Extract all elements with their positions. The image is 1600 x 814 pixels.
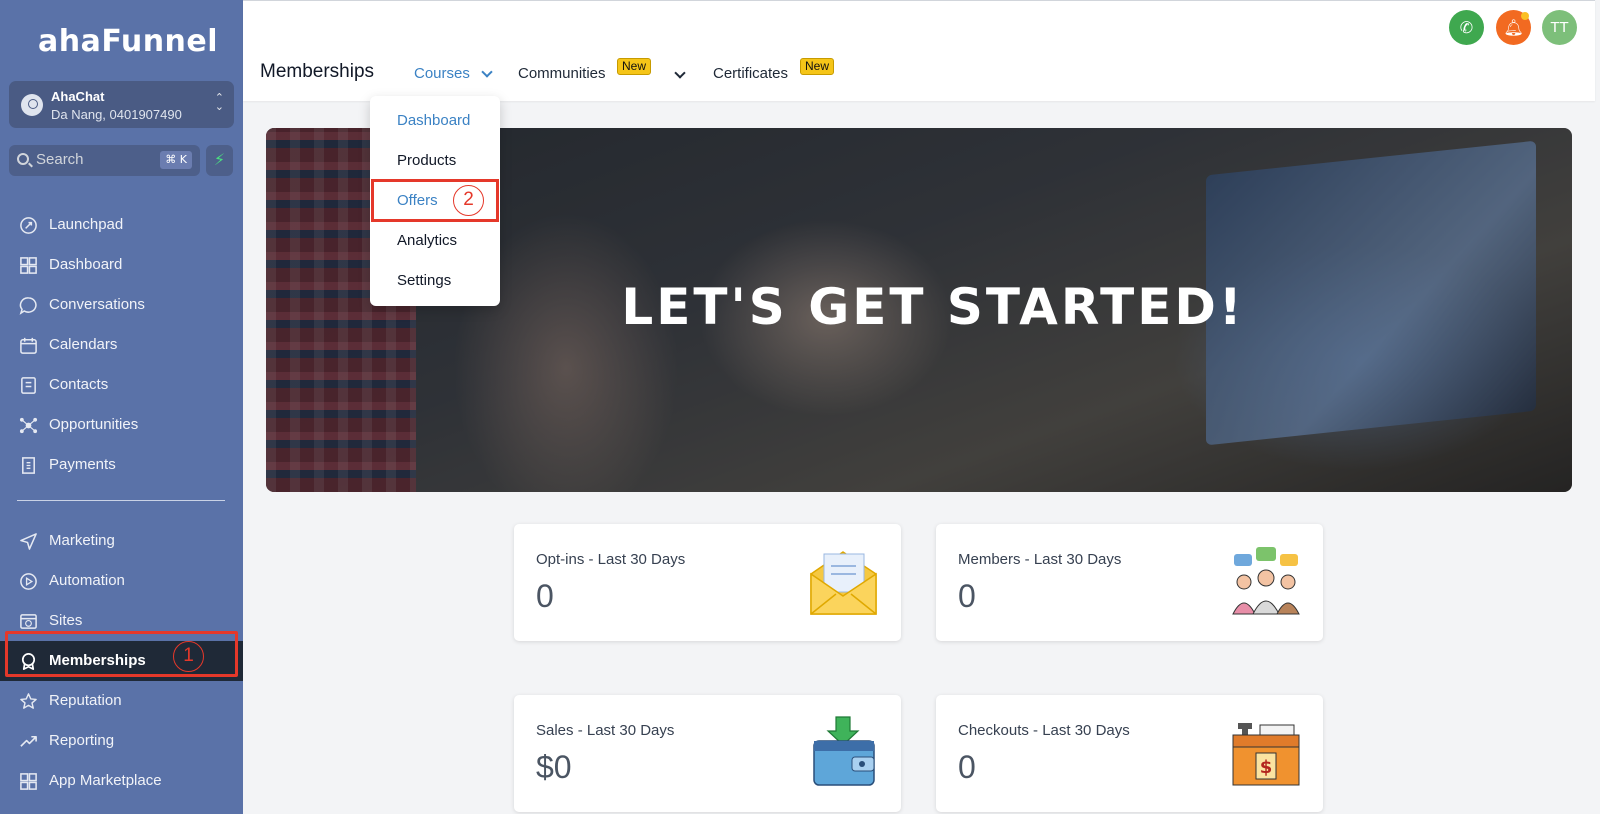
new-badge: New <box>617 58 652 75</box>
search-shortcut: ⌘ K <box>160 151 192 169</box>
sidebar-item-label: Opportunities <box>49 416 139 433</box>
stat-card-optins: Opt-ins - Last 30 Days 0 <box>514 524 901 641</box>
network-icon <box>19 417 38 434</box>
sidebar-item-label: Calendars <box>49 336 118 353</box>
top-bar: Memberships Courses Communities New Cert… <box>243 0 1595 101</box>
sidebar-item-automation[interactable]: Automation <box>0 561 243 601</box>
menu-item-products[interactable]: Products <box>397 152 456 169</box>
menu-item-dashboard[interactable]: Dashboard <box>397 112 470 129</box>
sidebar-item-label: Sites <box>49 612 83 629</box>
quick-actions-bolt-icon[interactable]: ⚡ <box>206 145 233 176</box>
sidebar-item-marketing[interactable]: Marketing <box>0 521 243 561</box>
stat-card-members: Members - Last 30 Days 0 <box>936 524 1323 641</box>
sidebar-item-reporting[interactable]: Reporting <box>0 721 243 761</box>
sidebar-item-conversations[interactable]: Conversations <box>0 285 243 325</box>
grid-icon <box>20 257 37 274</box>
annotation-step-1: 1 <box>173 641 204 672</box>
sidebar-item-contacts[interactable]: Contacts <box>0 365 243 405</box>
calendar-icon <box>20 337 37 354</box>
stat-value: 0 <box>958 578 976 614</box>
sidebar-divider <box>17 500 225 501</box>
sidebar-item-label: Conversations <box>49 296 145 313</box>
sidebar-item-label: Dashboard <box>49 256 123 273</box>
sidebar-item-calendars[interactable]: Calendars <box>0 325 243 365</box>
sidebar-item-label: Marketing <box>49 532 115 549</box>
wallet-icon <box>813 716 875 786</box>
account-switcher[interactable]: AhaChat Da Nang, 0401907490 ⌃ ⌄ <box>9 81 234 128</box>
tab-communities[interactable]: Communities <box>518 65 606 82</box>
play-circle-icon <box>20 573 37 590</box>
chevron-down-icon[interactable] <box>674 67 686 79</box>
avatar[interactable]: TT <box>1542 10 1577 45</box>
stat-value: 0 <box>958 749 976 785</box>
sidebar-item-reputation[interactable]: Reputation <box>0 681 243 721</box>
sidebar-item-dashboard[interactable]: Dashboard <box>0 245 243 285</box>
star-icon <box>20 693 37 709</box>
page-title: Memberships <box>260 61 375 82</box>
search-input[interactable]: Search ⌘ K <box>9 145 200 176</box>
menu-item-analytics[interactable]: Analytics <box>397 232 457 249</box>
cash-register-icon: $ <box>1232 723 1300 786</box>
stat-value: 0 <box>536 578 554 614</box>
chat-bubble-icon <box>19 297 37 315</box>
new-badge: New <box>800 58 835 75</box>
tab-courses[interactable]: Courses <box>414 65 470 82</box>
stat-card-sales: Sales - Last 30 Days $0 <box>514 695 901 812</box>
tab-certificates[interactable]: Certificates <box>713 65 788 82</box>
rocket-icon <box>20 217 37 234</box>
account-location: Da Nang, 0401907490 <box>51 107 182 122</box>
stat-value: $0 <box>536 749 572 785</box>
phone-icon[interactable]: ✆ <box>1449 10 1484 45</box>
contact-book-icon <box>21 377 36 394</box>
menu-item-settings[interactable]: Settings <box>397 272 451 289</box>
apps-grid-icon <box>20 773 37 790</box>
notification-dot <box>1521 12 1529 20</box>
app-logo[interactable]: ahaFunnel <box>38 24 218 59</box>
send-icon <box>20 533 37 550</box>
sidebar-item-payments[interactable]: Payments <box>0 445 243 485</box>
globe-window-icon <box>20 614 37 629</box>
receipt-icon <box>22 457 35 474</box>
people-chat-icon <box>1232 547 1300 615</box>
stat-label: Checkouts - Last 30 Days <box>958 722 1130 739</box>
svg-text:$: $ <box>1260 757 1273 778</box>
sidebar: ahaFunnel AhaChat Da Nang, 0401907490 ⌃ ⌄… <box>0 0 243 814</box>
stat-card-checkouts: Checkouts - Last 30 Days 0 $ <box>936 695 1323 812</box>
account-name: AhaChat <box>51 89 105 104</box>
envelope-icon <box>810 551 877 615</box>
sidebar-item-label: Automation <box>49 572 125 589</box>
sidebar-item-label: Contacts <box>49 376 109 393</box>
search-icon <box>17 153 29 165</box>
sidebar-item-label: App Marketplace <box>49 772 162 789</box>
sidebar-item-opportunities[interactable]: Opportunities <box>0 405 243 445</box>
search-placeholder: Search <box>36 151 84 168</box>
chevron-updown-icon: ⌃ ⌄ <box>214 92 224 113</box>
annotation-step-2: 2 <box>453 185 484 216</box>
chevron-down-icon[interactable] <box>481 66 493 78</box>
stat-label: Sales - Last 30 Days <box>536 722 675 739</box>
sidebar-item-label: Reputation <box>49 692 122 709</box>
sidebar-item-app-marketplace[interactable]: App Marketplace <box>0 761 243 801</box>
sidebar-item-label: Reporting <box>49 732 115 749</box>
sidebar-item-label: Launchpad <box>49 216 124 233</box>
trend-up-icon <box>20 735 37 747</box>
sidebar-item-label: Payments <box>49 456 116 473</box>
stat-label: Members - Last 30 Days <box>958 551 1122 568</box>
stat-label: Opt-ins - Last 30 Days <box>536 551 686 568</box>
location-avatar-icon <box>21 94 43 116</box>
sidebar-item-launchpad[interactable]: Launchpad <box>0 205 243 245</box>
